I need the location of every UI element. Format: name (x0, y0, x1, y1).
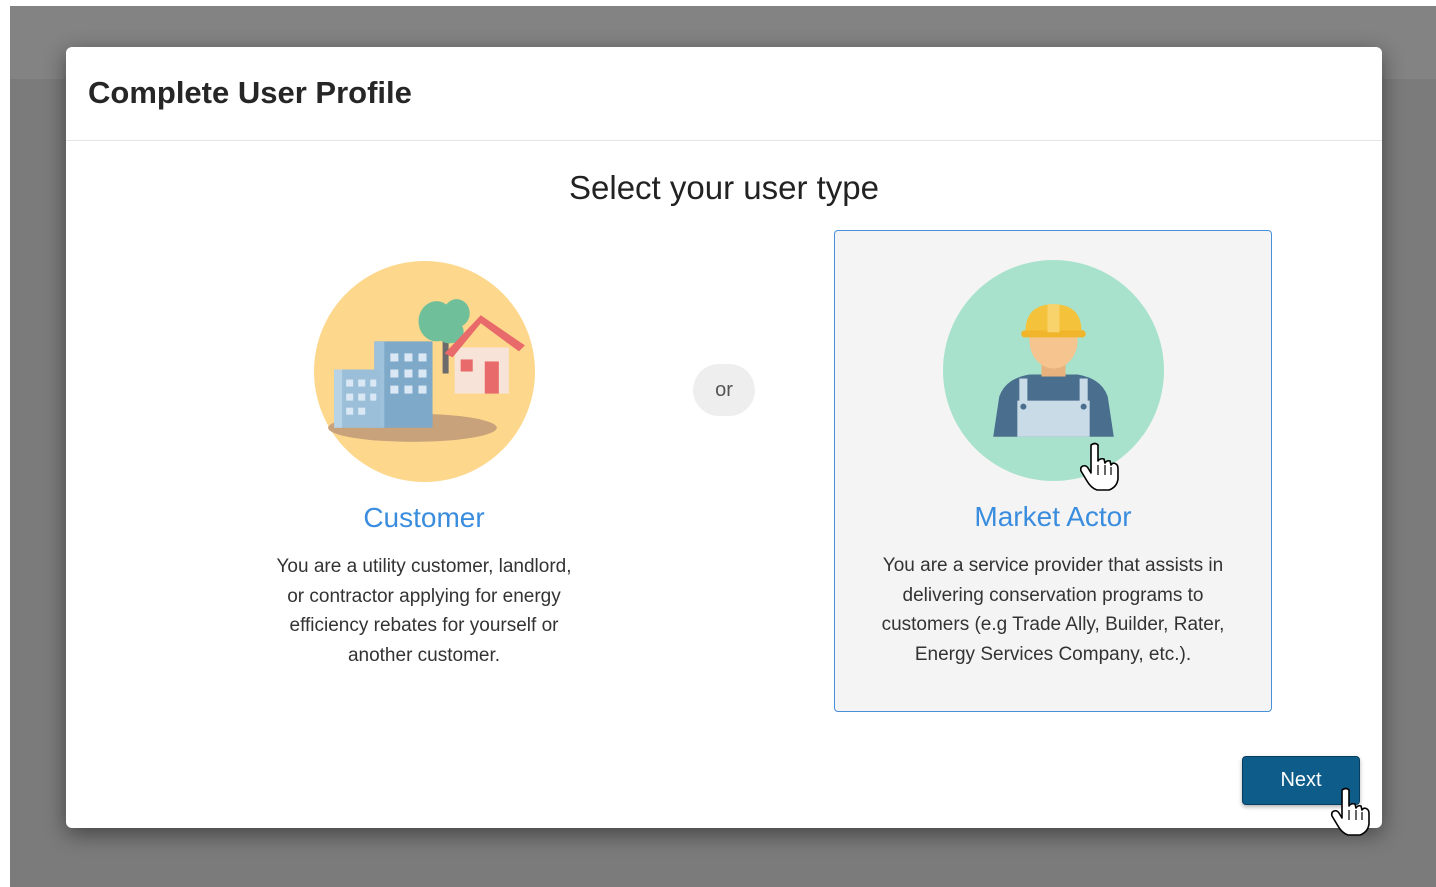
or-separator: or (693, 364, 755, 416)
market-actor-option-card[interactable]: Market Actor You are a service provider … (834, 230, 1272, 712)
select-user-type-heading: Select your user type (569, 169, 879, 206)
market-actor-option-description: You are a service provider that assists … (881, 555, 1225, 665)
customer-option-description: You are a utility customer, landlord, or… (276, 556, 572, 666)
next-button[interactable]: Next (1242, 756, 1360, 805)
market-actor-option-title[interactable]: Market Actor (835, 501, 1271, 533)
customer-option-title[interactable]: Customer (207, 502, 641, 534)
user-profile-modal: Complete User Profile Select your user t… (66, 47, 1382, 828)
modal-title: Complete User Profile (88, 75, 412, 110)
worker-hardhat-icon (943, 260, 1164, 481)
modal-header: Complete User Profile (66, 47, 1382, 141)
customer-buildings-icon (314, 261, 535, 482)
customer-option-card[interactable]: Customer You are a utility customer, lan… (206, 231, 642, 711)
